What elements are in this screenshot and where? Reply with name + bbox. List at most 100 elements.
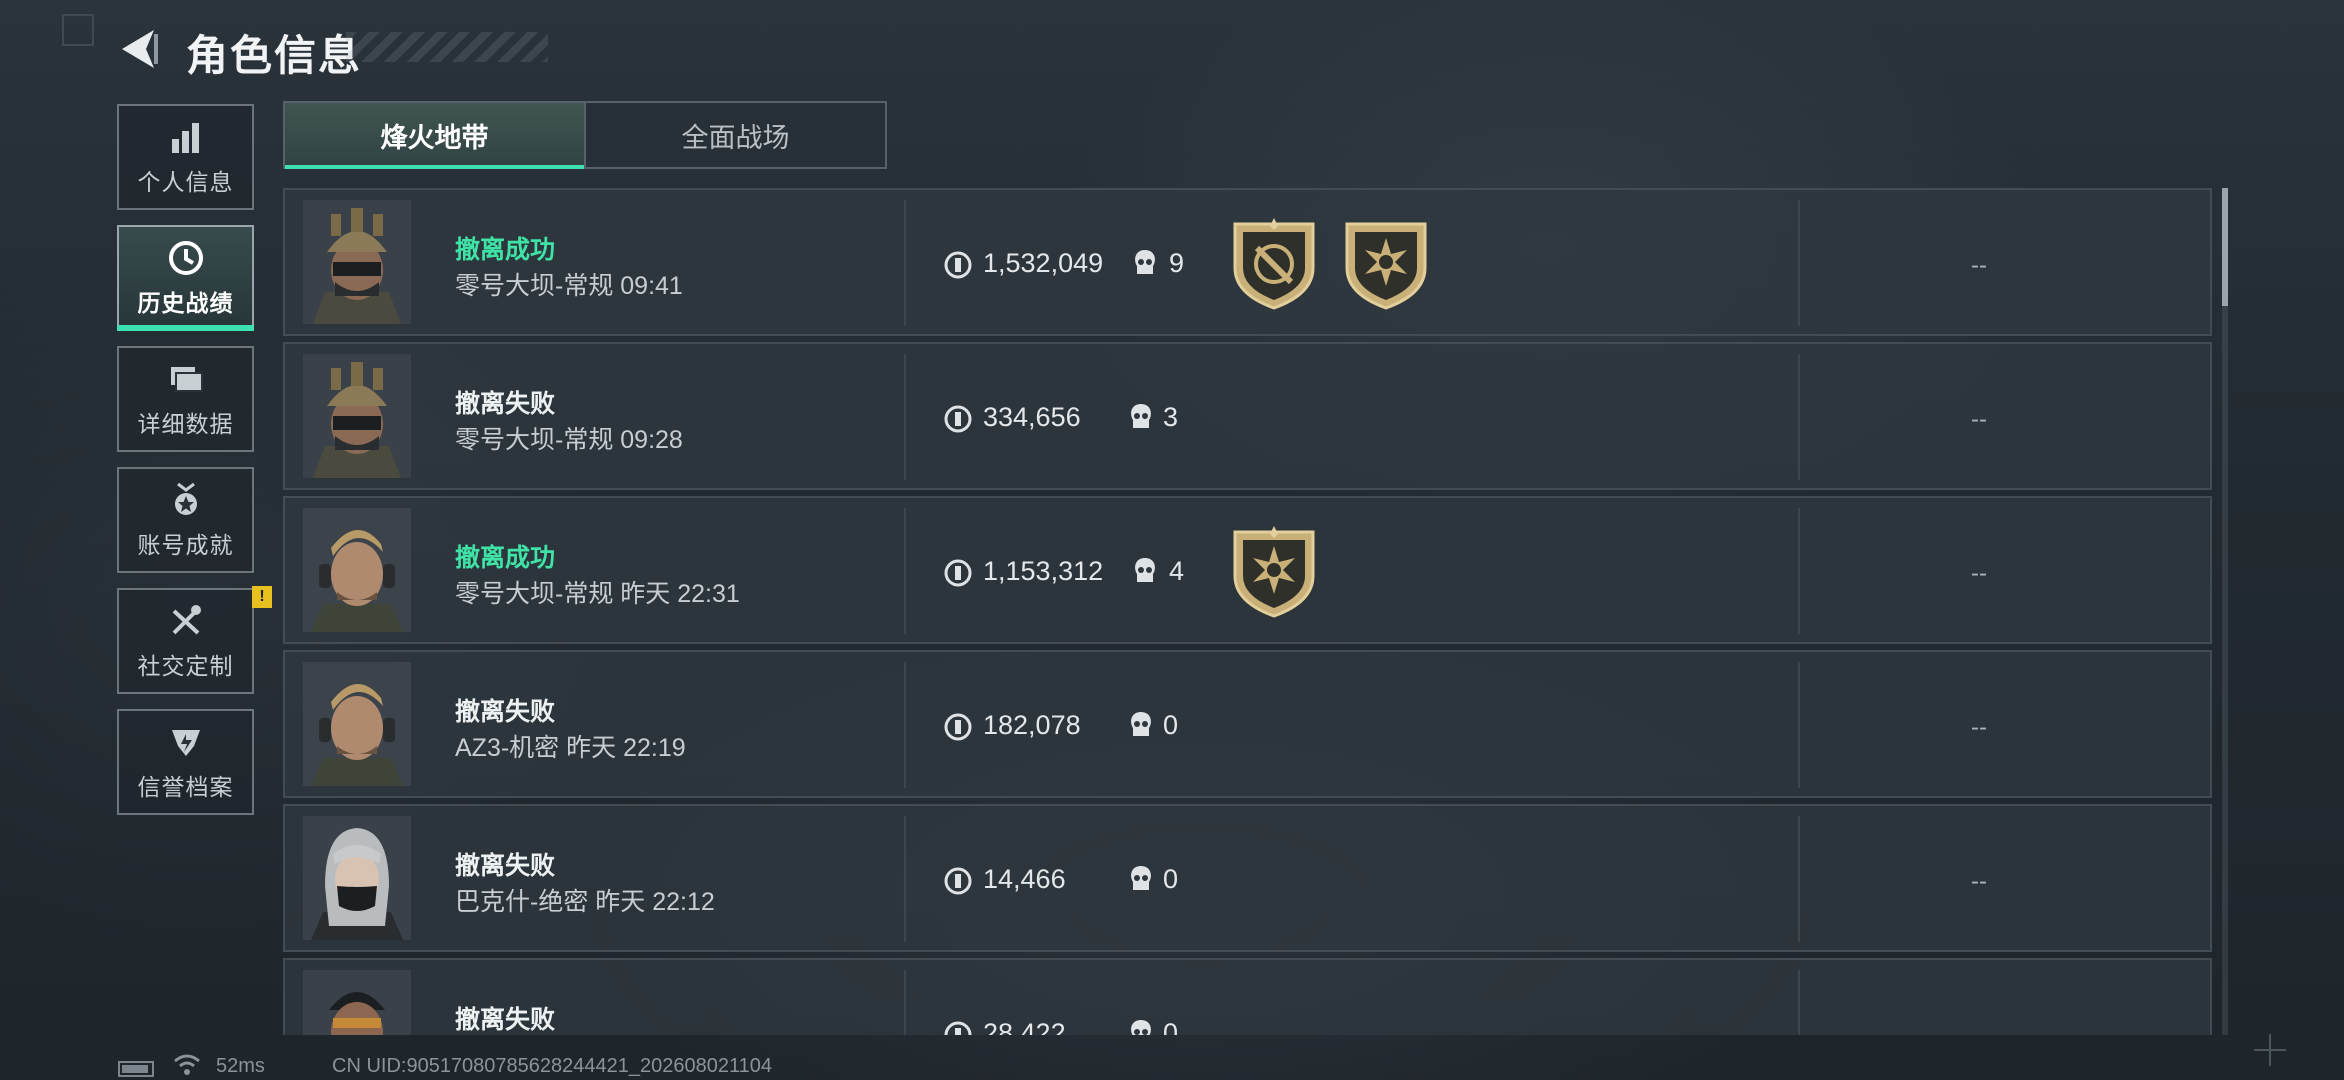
coin-icon — [944, 867, 972, 895]
medal-icon — [174, 482, 197, 515]
money-value: 334,656 — [983, 402, 1081, 432]
match-history-list[interactable]: 撤离成功 零号大坝-常规 09:41 1,532,049 9 -- 撤离失败 零… — [283, 188, 2212, 1035]
map-and-time: 零号大坝-常规 09:28 — [455, 426, 683, 454]
match-row[interactable]: 撤离失败 零号大坝-常规 09:28 334,656 3 -- — [283, 342, 2212, 490]
map-and-time: 零号大坝-常规 09:41 — [455, 272, 683, 300]
kill-count: 9 — [1169, 248, 1185, 278]
tab-warfare-zone[interactable]: 烽火地带 — [285, 103, 584, 169]
sidebar-item-label: 账号成就 — [137, 532, 234, 558]
extra-info: -- — [1971, 252, 1987, 279]
divider — [904, 354, 906, 480]
skull-icon — [1131, 1020, 1151, 1035]
match-row[interactable]: 撤离成功 零号大坝-常规 昨天 22:31 1,153,312 4 -- — [283, 496, 2212, 644]
coin-icon — [944, 559, 972, 587]
coin-icon — [944, 405, 972, 433]
divider — [904, 662, 906, 788]
scroll-thumb[interactable] — [2222, 188, 2228, 306]
divider — [1798, 816, 1800, 942]
kill-count: 0 — [1163, 864, 1179, 894]
corner-decoration — [62, 14, 94, 46]
back-arrow-icon[interactable] — [118, 26, 158, 72]
extraction-status: 撤离失败 — [455, 698, 556, 726]
extraction-status: 撤离成功 — [455, 236, 556, 264]
medal-star-icon[interactable] — [1229, 526, 1319, 618]
divider — [1798, 200, 1800, 326]
map-and-time: 零号大坝-常规 昨天 22:31 — [455, 580, 740, 608]
sidebar-item-reputation[interactable]: 信誉档案 — [117, 709, 254, 815]
sidebar-item-history[interactable]: 历史战绩 — [117, 225, 254, 331]
coin-icon — [944, 1021, 972, 1035]
uid-text: CN UID:905170807856282444​21_20260802110… — [332, 1055, 773, 1077]
avatar — [303, 200, 411, 324]
avatar — [303, 816, 411, 940]
skull-icon — [1131, 866, 1151, 890]
sidebar-item-achievements[interactable]: 账号成就 — [117, 467, 254, 573]
sidebar-item-label: 个人信息 — [137, 169, 234, 195]
mode-tabs: 烽火地带 全面战场 — [283, 101, 887, 169]
extraction-status: 撤离失败 — [455, 1006, 556, 1034]
sidebar-item-social[interactable]: 社交定制 ! — [117, 586, 272, 694]
extra-info: -- — [1971, 406, 1987, 433]
kill-count: 4 — [1169, 556, 1185, 586]
divider — [1798, 508, 1800, 634]
medal-sword-icon[interactable] — [1229, 218, 1319, 310]
sidebar-item-label: 信誉档案 — [137, 774, 234, 800]
scrollbar[interactable] — [2222, 188, 2228, 1035]
avatar — [303, 508, 411, 632]
divider — [1798, 354, 1800, 480]
sidebar-item-label: 社交定制 — [137, 653, 234, 679]
page-title: 角色信息 — [186, 32, 363, 79]
divider — [904, 816, 906, 942]
money-value: 182,078 — [983, 710, 1081, 740]
medal-star-icon[interactable] — [1341, 218, 1431, 310]
wifi-icon — [174, 1054, 200, 1075]
extra-info: -- — [1971, 1022, 1987, 1035]
divider — [1798, 970, 1800, 1035]
skull-icon — [1135, 250, 1155, 274]
battery-icon — [118, 1061, 154, 1077]
money-value: 14,466 — [983, 864, 1066, 894]
tools-icon — [172, 605, 201, 635]
coin-icon — [944, 713, 972, 741]
money-value: 1,532,049 — [983, 248, 1104, 278]
match-row[interactable]: 撤离失败 28,422 0 -- — [283, 958, 2212, 1035]
clock-icon — [168, 241, 203, 275]
match-row[interactable]: 撤离失败 AZ3-机密 昨天 22:19 182,078 0 -- — [283, 650, 2212, 798]
divider — [904, 200, 906, 326]
extraction-status: 撤离失败 — [455, 852, 556, 880]
ping-text: 52ms — [216, 1055, 265, 1077]
skull-icon — [1131, 712, 1151, 736]
extraction-status: 撤离失败 — [455, 390, 556, 418]
kill-count: 3 — [1163, 402, 1179, 432]
shield-icon — [171, 730, 200, 756]
divider — [904, 508, 906, 634]
extra-info: -- — [1971, 560, 1987, 587]
bar-chart-icon — [171, 123, 199, 153]
extra-info: -- — [1971, 868, 1987, 895]
skull-icon — [1131, 404, 1151, 428]
extraction-status: 撤离成功 — [455, 544, 556, 572]
sidebar-item-detailed-data[interactable]: 详细数据 — [117, 346, 254, 452]
match-row[interactable]: 撤离失败 巴克什-绝密 昨天 22:12 14,466 0 -- — [283, 804, 2212, 952]
sidebar-item-label: 历史战绩 — [137, 290, 234, 316]
map-and-time: 巴克什-绝密 昨天 22:12 — [455, 888, 715, 916]
title-decoration — [346, 32, 548, 62]
match-row[interactable]: 撤离成功 零号大坝-常规 09:41 1,532,049 9 -- — [283, 188, 2212, 336]
divider — [1798, 662, 1800, 788]
avatar — [303, 354, 411, 478]
tab-full-battlefield[interactable]: 全面战场 — [584, 103, 885, 167]
avatar — [303, 662, 411, 786]
coin-icon — [944, 251, 972, 279]
notification-badge: ! — [252, 586, 272, 608]
kill-count: 0 — [1163, 1018, 1179, 1035]
skull-icon — [1135, 558, 1155, 582]
sidebar-item-personal-info[interactable]: 个人信息 — [117, 104, 254, 210]
money-value: 28,422 — [983, 1018, 1066, 1035]
plus-decoration — [2254, 1034, 2286, 1066]
folder-icon — [170, 367, 203, 392]
extra-info: -- — [1971, 714, 1987, 741]
money-value: 1,153,312 — [983, 556, 1104, 586]
divider — [904, 970, 906, 1035]
map-and-time: AZ3-机密 昨天 22:19 — [455, 734, 686, 762]
kill-count: 0 — [1163, 710, 1179, 740]
